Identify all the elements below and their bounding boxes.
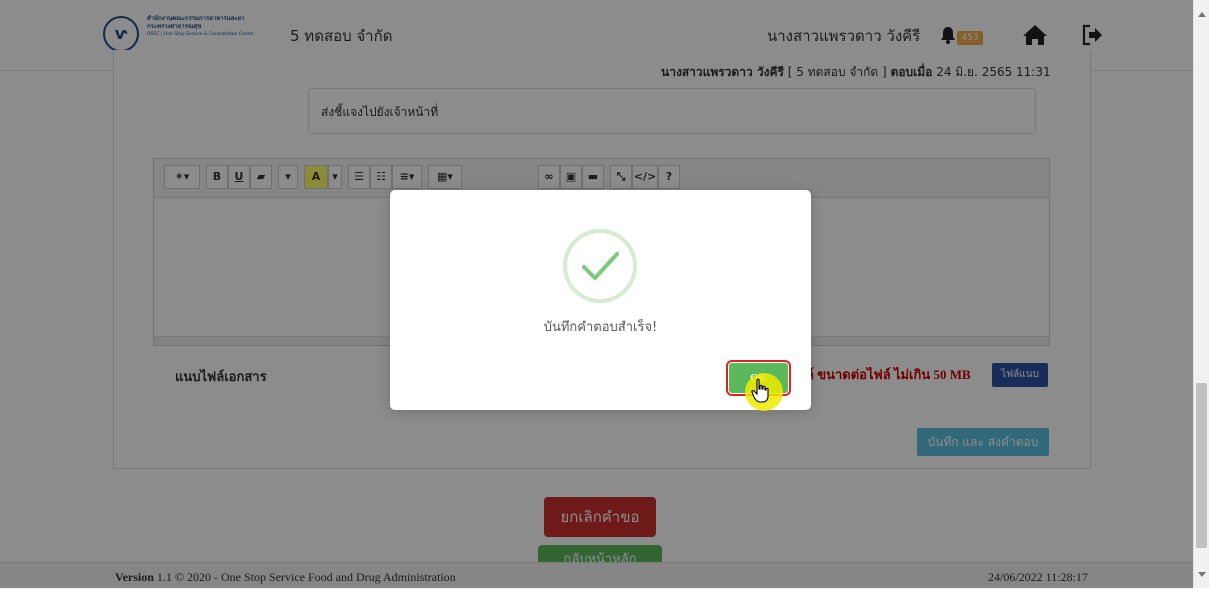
- dialog-title: บันทึกคำตอบสำเร็จ!: [543, 320, 658, 335]
- scroll-thumb[interactable]: [1196, 383, 1207, 548]
- vertical-scrollbar[interactable]: [1193, 0, 1209, 588]
- scroll-down-arrow-icon[interactable]: [1198, 572, 1206, 577]
- checkmark-icon: [582, 252, 619, 280]
- hand-pointer-icon: [751, 378, 769, 403]
- scroll-up-arrow-icon[interactable]: [1198, 12, 1206, 17]
- success-dialog: บันทึกคำตอบสำเร็จ! OK: [390, 190, 811, 410]
